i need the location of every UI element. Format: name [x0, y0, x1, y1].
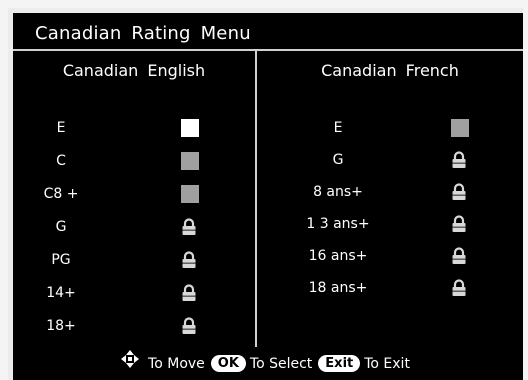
- select-hint-text: To Select: [249, 355, 313, 372]
- key-hints: To Move OK To Select Exit To Exit: [13, 349, 523, 375]
- english-rating-row[interactable]: 14+: [13, 281, 255, 305]
- lock-icon[interactable]: [181, 317, 201, 335]
- unlocked-box[interactable]: [181, 185, 199, 203]
- english-rating-row[interactable]: E: [13, 116, 255, 140]
- lock-icon[interactable]: [181, 251, 201, 269]
- unlocked-selected-box[interactable]: [181, 119, 199, 137]
- dpad-arrows-icon: [120, 349, 140, 378]
- unlocked-box[interactable]: [451, 119, 469, 137]
- french-rating-row[interactable]: 18 ans+: [257, 276, 523, 300]
- unlocked-box[interactable]: [181, 152, 199, 170]
- english-rating-label: G: [55, 219, 67, 235]
- english-rating-row[interactable]: G: [13, 215, 255, 239]
- french-rating-row[interactable]: 16 ans+: [257, 244, 523, 268]
- rating-menu-screen: Canadian Rating Menu Canadian English Ca…: [13, 13, 523, 380]
- move-hint-text: To Move: [148, 355, 205, 372]
- lock-icon[interactable]: [451, 215, 471, 233]
- menu-title: Canadian Rating Menu: [35, 23, 251, 44]
- exit-key-badge: Exit: [318, 355, 361, 372]
- english-rating-row[interactable]: 18+: [13, 314, 255, 338]
- french-rating-label: 1 3 ans+: [306, 216, 370, 232]
- french-rating-label: 8 ans+: [313, 184, 363, 200]
- english-rating-row[interactable]: C: [13, 149, 255, 173]
- french-column-heading: Canadian French: [321, 61, 459, 80]
- french-rating-row[interactable]: E: [257, 116, 523, 140]
- english-rating-label: C: [56, 153, 66, 169]
- french-rating-label: E: [333, 120, 343, 136]
- ok-key-badge: OK: [210, 355, 246, 372]
- lock-icon[interactable]: [451, 247, 471, 265]
- english-rating-row[interactable]: C8 +: [13, 182, 255, 206]
- exit-hint-text: To Exit: [364, 355, 410, 372]
- french-rating-label: G: [332, 152, 344, 168]
- lock-icon[interactable]: [181, 218, 201, 236]
- french-rating-row[interactable]: 1 3 ans+: [257, 212, 523, 236]
- french-rating-label: 16 ans+: [308, 248, 368, 264]
- english-rating-label: C8 +: [43, 186, 79, 202]
- english-column-heading: Canadian English: [62, 61, 206, 80]
- french-rating-label: 18 ans+: [308, 280, 368, 296]
- english-rating-label: 18+: [46, 318, 76, 334]
- english-rating-label: 14+: [46, 285, 76, 301]
- english-rating-label: PG: [51, 252, 71, 268]
- lock-icon[interactable]: [181, 284, 201, 302]
- lock-icon[interactable]: [451, 151, 471, 169]
- english-rating-row[interactable]: PG: [13, 248, 255, 272]
- french-rating-row[interactable]: G: [257, 148, 523, 172]
- title-divider: [13, 49, 523, 51]
- english-rating-label: E: [56, 120, 66, 136]
- french-rating-row[interactable]: 8 ans+: [257, 180, 523, 204]
- lock-icon[interactable]: [451, 279, 471, 297]
- lock-icon[interactable]: [451, 183, 471, 201]
